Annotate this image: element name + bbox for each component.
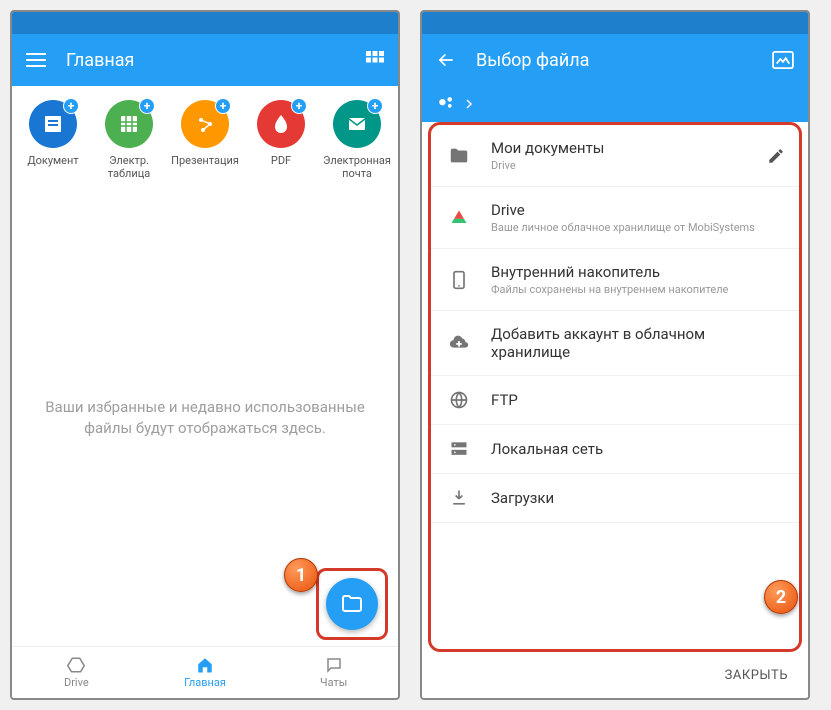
location-title: Добавить аккаунт в облачном хранилище [491, 325, 785, 361]
location-my-documents[interactable]: Мои документы Drive [431, 125, 799, 187]
close-button[interactable]: ЗАКРЫТЬ [422, 652, 808, 698]
plus-icon: + [367, 98, 383, 114]
drive-cloud-icon [445, 208, 473, 228]
plus-icon: + [63, 98, 79, 114]
create-label: Электр. таблица [92, 154, 166, 180]
location-title: Drive [491, 201, 785, 219]
create-label: Презентация [171, 154, 239, 167]
download-icon [445, 488, 473, 508]
home-icon [196, 656, 214, 674]
cloud-add-icon [445, 332, 473, 354]
breadcrumb [422, 86, 808, 122]
create-presentation[interactable]: + Презентация [168, 100, 242, 180]
location-sub: Ваше личное облачное хранилище от MobiSy… [491, 221, 785, 234]
location-downloads[interactable]: Загрузки [431, 474, 799, 523]
status-bar [422, 12, 808, 34]
callout-badge-1: 1 [284, 558, 318, 592]
create-document[interactable]: + Документ [16, 100, 90, 180]
nav-label: Чаты [320, 676, 347, 689]
right-screen: Выбор файла Мои документы Drive Drive [420, 10, 810, 700]
breadcrumb-root-icon[interactable] [436, 93, 458, 115]
server-icon [445, 439, 473, 459]
nav-label: Drive [64, 676, 89, 689]
page-title: Выбор файла [476, 50, 772, 71]
create-row: + Документ + Электр. таблица + Презентац… [12, 86, 398, 190]
folder-icon [445, 145, 473, 167]
drive-icon [67, 656, 85, 674]
location-sub: Файлы сохранены на внутреннем накопителе [491, 283, 785, 296]
app-bar: Выбор файла [422, 34, 808, 86]
create-label: PDF [271, 154, 291, 167]
app-icon[interactable] [772, 51, 794, 69]
create-pdf[interactable]: + PDF [244, 100, 318, 180]
empty-placeholder: Ваши избранные и недавно использованные … [32, 397, 378, 439]
plus-icon: + [291, 98, 307, 114]
location-title: Локальная сеть [491, 440, 785, 458]
plus-icon: + [215, 98, 231, 114]
view-toggle-icon[interactable] [366, 51, 384, 69]
bottom-nav: Drive Главная Чаты [12, 646, 398, 698]
nav-home[interactable]: Главная [141, 647, 270, 698]
page-title: Главная [66, 50, 366, 71]
back-icon[interactable] [436, 50, 456, 70]
location-sub: Drive [491, 159, 767, 172]
location-title: Внутренний накопитель [491, 263, 785, 281]
create-email[interactable]: + Электронная почта [320, 100, 394, 180]
edit-icon[interactable] [767, 147, 785, 165]
create-label: Документ [27, 154, 78, 167]
location-ftp[interactable]: FTP [431, 376, 799, 425]
location-title: Загрузки [491, 489, 785, 507]
phone-icon [445, 270, 473, 290]
close-label: ЗАКРЫТЬ [725, 668, 788, 683]
nav-chats[interactable]: Чаты [269, 647, 398, 698]
left-screen: Главная + Документ + Электр. таблица + П… [10, 10, 400, 700]
globe-icon [445, 390, 473, 410]
location-lan[interactable]: Локальная сеть [431, 425, 799, 474]
location-internal-storage[interactable]: Внутренний накопитель Файлы сохранены на… [431, 249, 799, 311]
location-drive[interactable]: Drive Ваше личное облачное хранилище от … [431, 187, 799, 249]
location-add-cloud[interactable]: Добавить аккаунт в облачном хранилище [431, 311, 799, 376]
create-label: Электронная почта [320, 154, 394, 180]
nav-label: Главная [184, 676, 226, 689]
create-spreadsheet[interactable]: + Электр. таблица [92, 100, 166, 180]
callout-badge-2: 2 [764, 580, 798, 614]
open-file-fab[interactable] [326, 578, 378, 630]
menu-icon[interactable] [26, 53, 46, 67]
chat-icon [325, 656, 343, 674]
chevron-right-icon [464, 99, 474, 109]
location-title: FTP [491, 391, 785, 409]
location-list: Мои документы Drive Drive Ваше личное об… [428, 122, 802, 652]
app-bar: Главная [12, 34, 398, 86]
nav-drive[interactable]: Drive [12, 647, 141, 698]
location-title: Мои документы [491, 139, 767, 157]
status-bar [12, 12, 398, 34]
plus-icon: + [139, 98, 155, 114]
fab-highlight [316, 568, 388, 640]
